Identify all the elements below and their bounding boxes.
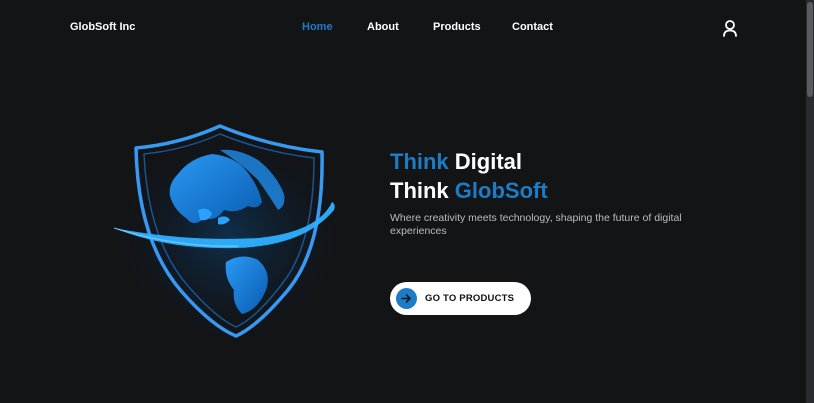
hero-headline: Think Digital Think GlobSoft — [390, 147, 548, 205]
shield-globe-icon — [112, 120, 348, 344]
page-scrollbar[interactable] — [806, 0, 814, 403]
arrow-right-icon — [396, 288, 417, 309]
hero-tagline: Where creativity meets technology, shapi… — [390, 212, 682, 237]
hero-shield-globe-image — [108, 114, 348, 346]
headline-word: Digital — [454, 149, 523, 174]
scrollbar-thumb[interactable] — [807, 2, 813, 97]
headline-line-1: Think Digital — [390, 147, 548, 176]
cta-label: GO TO PRODUCTS — [425, 293, 515, 304]
headline-accent-word: GlobSoft — [454, 178, 548, 203]
page: GlobSoft Inc Home About Products Contact — [0, 0, 806, 403]
nav-home[interactable]: Home — [302, 21, 333, 33]
user-icon — [723, 20, 737, 37]
user-account-button[interactable] — [721, 19, 739, 39]
headline-word: Think — [390, 178, 449, 203]
nav-contact[interactable]: Contact — [512, 21, 553, 33]
main-nav: Home About Products Contact — [0, 21, 806, 37]
headline-accent-word: Think — [390, 149, 449, 174]
go-to-products-button[interactable]: GO TO PRODUCTS — [390, 282, 531, 315]
nav-about[interactable]: About — [367, 21, 399, 33]
nav-products[interactable]: Products — [433, 21, 481, 33]
headline-line-2: Think GlobSoft — [390, 176, 548, 205]
